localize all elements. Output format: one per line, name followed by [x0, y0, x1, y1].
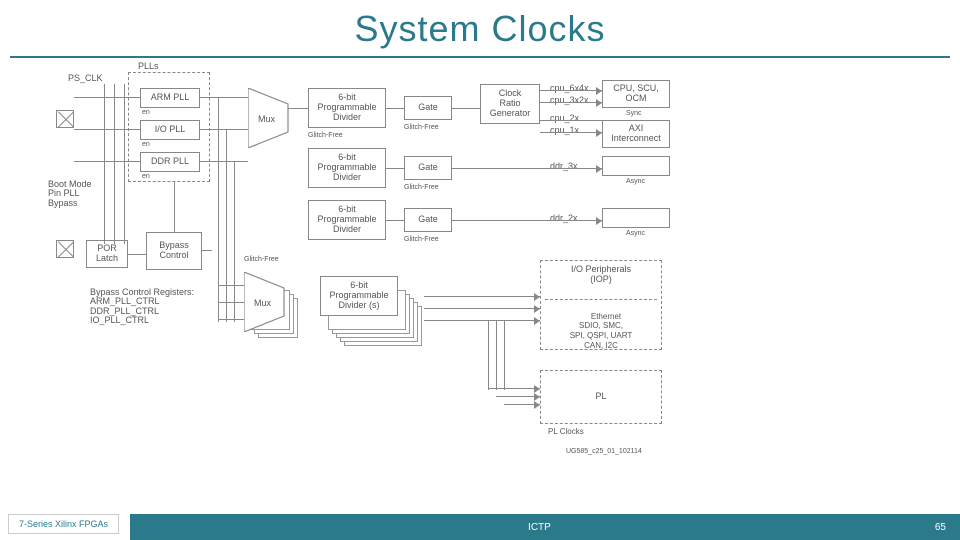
divider-text: 6-bit Programmable Divider	[317, 153, 376, 183]
ddr2x-dest-box	[602, 208, 670, 228]
cpu3x2x-label: cpu_3x2x	[550, 96, 589, 105]
pl-clocks-label: PL Clocks	[548, 428, 584, 436]
footer-center: ICTP	[528, 522, 551, 533]
io-pll-text: I/O PLL	[155, 125, 186, 135]
ddr3x-dest-box	[602, 156, 670, 176]
en-label: en	[142, 141, 150, 148]
divider-box: 6-bit Programmable Divider	[308, 148, 386, 188]
glitch-free-label: Glitch-Free	[404, 124, 439, 131]
io-pll-box: I/O PLL	[140, 120, 200, 140]
bypass-registers-label: Bypass Control Registers: ARM_PLL_CTRL D…	[90, 288, 194, 326]
footer-bar: ICTP 65	[130, 514, 960, 540]
cpu6x4x-label: cpu_6x4x	[550, 84, 589, 93]
axi-text: AXI Interconnect	[611, 124, 661, 144]
gate-box: Gate	[404, 156, 452, 180]
divider-text: 6-bit Programmable Divider	[317, 93, 376, 123]
footer-left: 7-Series Xilinx FPGAs	[8, 514, 119, 534]
divider-text: 6-bit Programmable Divider	[317, 205, 376, 235]
gate-box: Gate	[404, 208, 452, 232]
divider-box: 6-bit Programmable Divider	[308, 88, 386, 128]
por-latch-text: POR Latch	[96, 244, 118, 264]
clock-ratio-gen-text: Clock Ratio Generator	[490, 89, 531, 119]
mux-shape: Mux	[244, 272, 290, 332]
ddr3x-label: ddr_3x	[550, 162, 578, 171]
glitch-free-label: Glitch-Free	[404, 236, 439, 243]
title-underline	[10, 56, 950, 58]
iop-box: I/O Peripherals (IOP) Ethernet SDIO, SMC…	[540, 260, 662, 350]
divider-s-box: 6-bit Programmable Divider (s)	[320, 276, 398, 316]
bypass-control-box: Bypass Control	[146, 232, 202, 270]
pad-icon	[56, 240, 74, 258]
pl-box: PL	[540, 370, 662, 424]
async-label: Async	[626, 230, 645, 237]
gate-box: Gate	[404, 96, 452, 120]
arm-pll-box: ARM PLL	[140, 88, 200, 108]
figure-id: UG585_c25_01_102114	[566, 448, 642, 455]
clock-ratio-gen-box: Clock Ratio Generator	[480, 84, 540, 124]
glitch-free-label: Glitch-Free	[244, 256, 279, 263]
system-clock-diagram: PS_CLK PLLs ARM PLL en I/O PLL en DDR PL…	[68, 70, 893, 475]
glitch-free-label: Glitch-Free	[308, 132, 343, 139]
ddr-pll-box: DDR PLL	[140, 152, 200, 172]
slide-footer: 7-Series Xilinx FPGAs ICTP 65	[0, 512, 960, 540]
sync-label: Sync	[626, 110, 642, 117]
arm-pll-text: ARM PLL	[151, 93, 190, 103]
mux-text: Mux	[258, 114, 276, 124]
glitch-free-label: Glitch-Free	[404, 184, 439, 191]
mux-shape: Mux	[248, 88, 294, 148]
cpu-scu-ocm-box: CPU, SCU, OCM	[602, 80, 670, 108]
axi-interconnect-box: AXI Interconnect	[602, 120, 670, 148]
gate-text: Gate	[418, 215, 438, 225]
page-title: System Clocks	[0, 0, 960, 50]
ddr2x-label: ddr_2x	[550, 214, 578, 223]
en-label: en	[142, 109, 150, 116]
pl-text: PL	[595, 392, 606, 402]
bypass-control-text: Bypass Control	[159, 241, 189, 261]
gate-text: Gate	[418, 103, 438, 113]
en-label: en	[142, 173, 150, 180]
divider-s-text: 6-bit Programmable Divider (s)	[329, 281, 388, 311]
iop-title: I/O Peripherals (IOP)	[571, 264, 631, 284]
cpu1x-label: cpu_1x	[550, 126, 579, 135]
plls-label: PLLs	[138, 62, 159, 71]
pad-icon	[56, 110, 74, 128]
gate-text: Gate	[418, 163, 438, 173]
cpu2x-label: cpu_2x	[550, 114, 579, 123]
ddr-pll-text: DDR PLL	[151, 157, 189, 167]
cpu-scu-ocm-text: CPU, SCU, OCM	[613, 84, 659, 104]
boot-mode-label: Boot Mode Pin PLL Bypass	[48, 180, 92, 208]
mux-text: Mux	[254, 298, 272, 308]
page-number: 65	[935, 522, 946, 533]
ps-clk-label: PS_CLK	[68, 74, 103, 83]
divider-box: 6-bit Programmable Divider	[308, 200, 386, 240]
por-latch-box: POR Latch	[86, 240, 128, 268]
async-label: Async	[626, 178, 645, 185]
iop-list: Ethernet SDIO, SMC, SPI, QSPI, UART CAN,…	[570, 312, 633, 351]
